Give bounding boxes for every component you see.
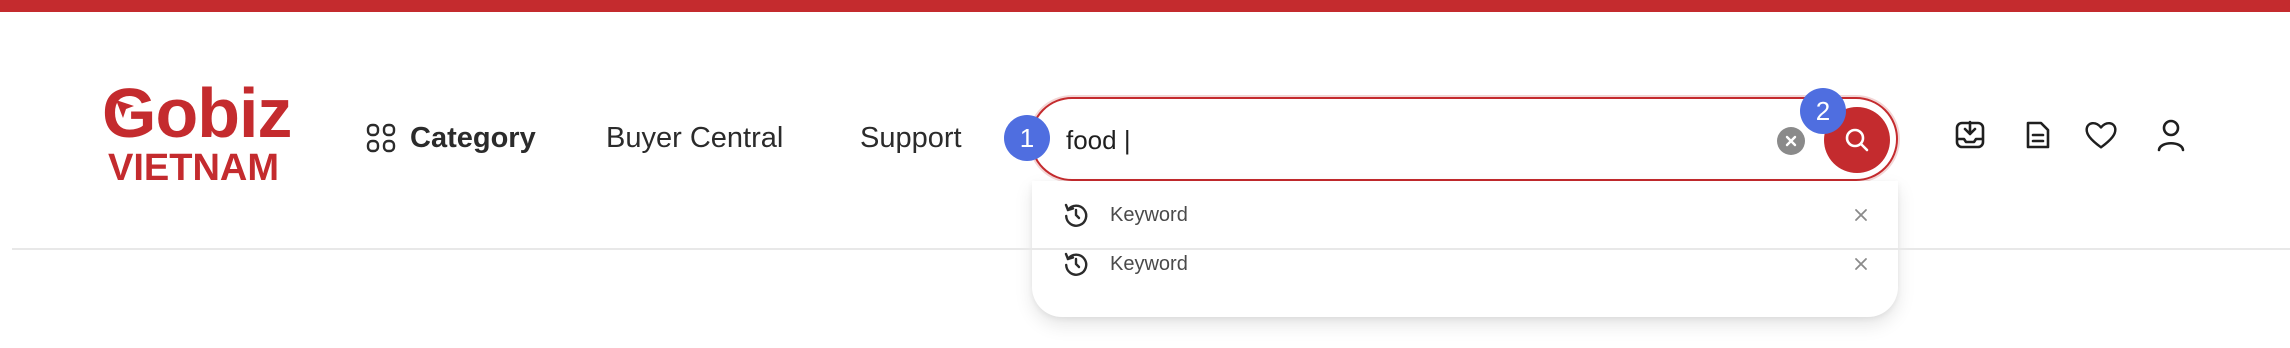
logo-arrow-icon bbox=[116, 100, 134, 118]
close-icon bbox=[1855, 258, 1867, 270]
user-icon bbox=[2157, 119, 2185, 152]
remove-suggestion-button[interactable] bbox=[1850, 253, 1872, 275]
search-icon bbox=[1845, 128, 1869, 152]
suggestion-label: Keyword bbox=[1110, 203, 1188, 226]
download-icon bbox=[1955, 120, 1985, 149]
history-icon bbox=[1064, 252, 1088, 276]
top-accent-bar bbox=[0, 0, 2290, 12]
header-divider bbox=[12, 248, 2290, 250]
logo-subtitle: VIETNAM bbox=[108, 147, 279, 189]
heart-icon bbox=[2085, 122, 2117, 149]
wishlist-button[interactable] bbox=[2083, 115, 2119, 155]
clear-search-button[interactable] bbox=[1777, 127, 1805, 155]
nav-buyer-central[interactable]: Buyer Central bbox=[606, 118, 783, 158]
account-button[interactable] bbox=[2153, 115, 2189, 155]
remove-suggestion-button[interactable] bbox=[1850, 204, 1872, 226]
step-badge-1: 1 bbox=[1004, 115, 1050, 161]
download-button[interactable] bbox=[1952, 115, 1988, 155]
search-input[interactable] bbox=[1066, 119, 1766, 161]
step-badge-2: 2 bbox=[1800, 88, 1846, 134]
gobiz-vietnam-logo[interactable]: G obiz VIETNAM bbox=[102, 78, 322, 188]
clear-icon bbox=[1785, 135, 1797, 147]
suggestion-item[interactable]: Keyword bbox=[1062, 244, 1872, 284]
grid-icon bbox=[366, 123, 396, 153]
document-icon bbox=[2026, 121, 2050, 149]
logo-wordmark: G obiz bbox=[102, 78, 292, 148]
nav-support[interactable]: Support bbox=[860, 118, 962, 158]
logo-rest: obiz bbox=[155, 74, 292, 152]
search-bar[interactable] bbox=[1030, 97, 1898, 181]
suggestion-label: Keyword bbox=[1110, 252, 1188, 275]
close-icon bbox=[1855, 209, 1867, 221]
nav-category-label: Category bbox=[410, 121, 536, 154]
history-icon bbox=[1064, 203, 1088, 227]
nav-category[interactable]: Category bbox=[366, 118, 536, 158]
suggestion-item[interactable]: Keyword bbox=[1062, 195, 1872, 235]
orders-button[interactable] bbox=[2020, 115, 2056, 155]
